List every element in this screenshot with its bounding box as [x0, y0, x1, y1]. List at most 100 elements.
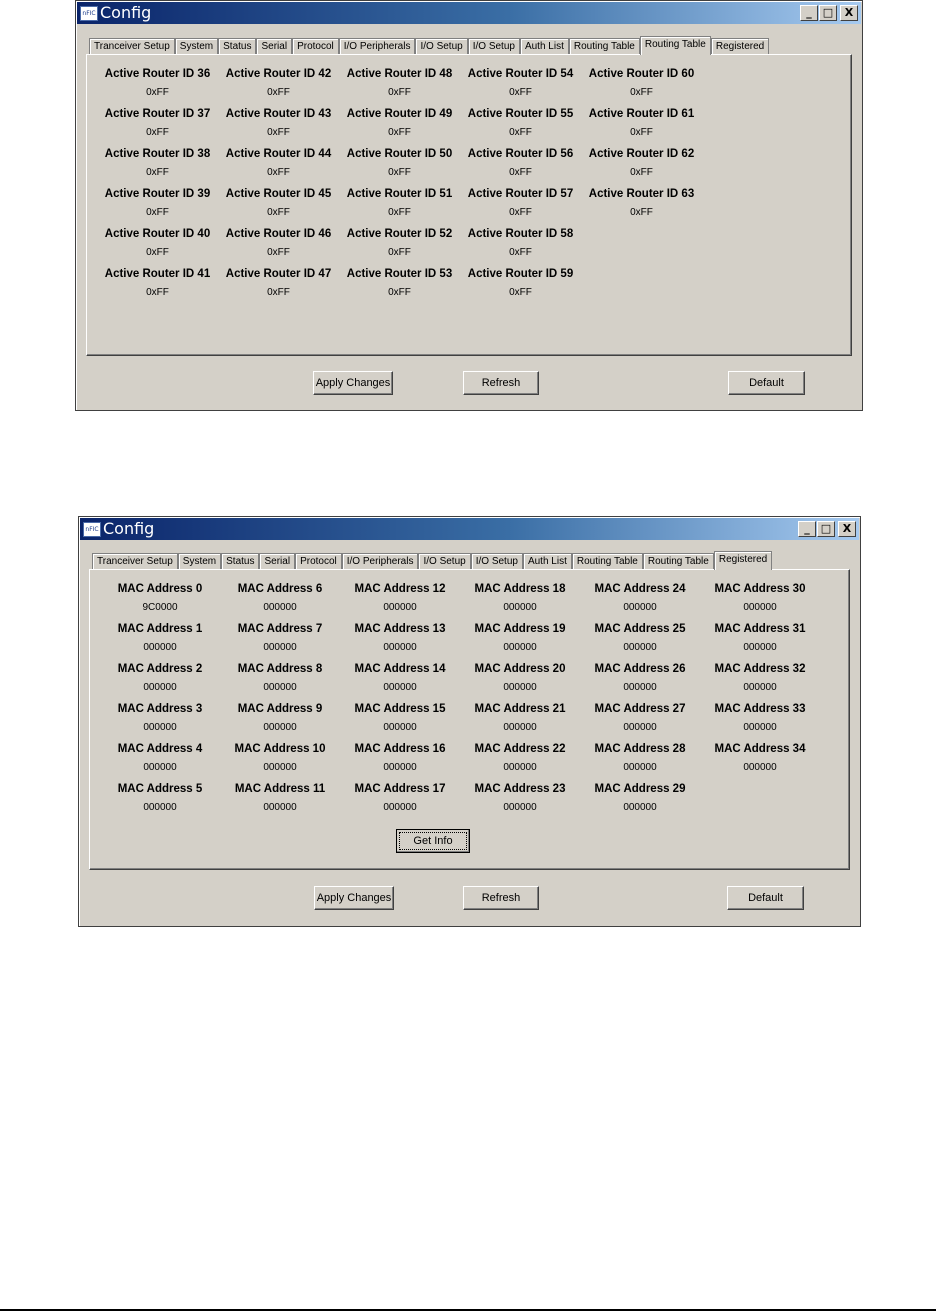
maximize-icon[interactable]: □: [817, 521, 835, 537]
tab-routing-table[interactable]: Routing Table: [639, 36, 711, 55]
mac-address-label: MAC Address 7: [237, 623, 323, 635]
tab-tranceiver-setup[interactable]: Tranceiver Setup: [92, 553, 178, 570]
mac-address-value: 000000: [623, 762, 657, 773]
tab-serial[interactable]: Serial: [259, 553, 296, 570]
router-id-label: Active Router ID 55: [467, 108, 574, 120]
mac-entry: MAC Address 28 000000: [580, 742, 700, 774]
tab-routing-table[interactable]: Routing Table: [568, 38, 640, 55]
mac-address-value: 000000: [263, 802, 297, 813]
mac-address-value: 000000: [143, 722, 177, 733]
mac-entry: MAC Address 13 000000: [340, 622, 460, 654]
mac-entry: MAC Address 12 000000: [340, 582, 460, 614]
tab-registered[interactable]: Registered: [710, 38, 770, 55]
tab-routing-table[interactable]: Routing Table: [571, 553, 643, 570]
mac-address-value: 000000: [623, 642, 657, 653]
mac-entry: MAC Address 7 000000: [220, 622, 340, 654]
mac-entry: MAC Address 2 000000: [100, 662, 220, 694]
mac-address-label: MAC Address 30: [714, 583, 806, 595]
router-entry: Active Router ID 48 0xFF: [339, 67, 460, 99]
tab-i-o-setup[interactable]: I/O Setup: [418, 553, 471, 570]
mac-entry: MAC Address 23 000000: [460, 782, 580, 814]
tab-i-o-setup[interactable]: I/O Setup: [470, 553, 523, 570]
router-id-value: 0xFF: [267, 167, 290, 178]
minimize-icon[interactable]: _: [800, 5, 818, 21]
mac-address-label: MAC Address 12: [354, 583, 446, 595]
router-id-label: Active Router ID 44: [225, 148, 332, 160]
router-id-value: 0xFF: [630, 207, 653, 218]
tab-i-o-setup[interactable]: I/O Setup: [467, 38, 520, 55]
router-id-value: 0xFF: [509, 167, 532, 178]
tab-status[interactable]: Status: [221, 553, 260, 570]
tab-protocol[interactable]: Protocol: [292, 38, 339, 55]
router-id-label: Active Router ID 45: [225, 188, 332, 200]
mac-address-value: 000000: [263, 722, 297, 733]
router-entry: Active Router ID 42 0xFF: [218, 67, 339, 99]
tab-strip: Tranceiver Setup System Status Serial Protoc…: [89, 36, 770, 55]
mac-address-label: MAC Address 27: [594, 703, 686, 715]
tab-serial[interactable]: Serial: [256, 38, 293, 55]
tab-i-o-peripherals[interactable]: I/O Peripherals: [338, 38, 416, 55]
tab-registered[interactable]: Registered: [713, 551, 773, 570]
tab-i-o-peripherals[interactable]: I/O Peripherals: [341, 553, 419, 570]
router-id-label: Active Router ID 46: [225, 228, 332, 240]
default-button[interactable]: Default: [728, 371, 805, 395]
router-id-value: 0xFF: [509, 207, 532, 218]
router-id-value: 0xFF: [146, 167, 169, 178]
router-id-value: 0xFF: [388, 247, 411, 258]
router-id-label: Active Router ID 41: [104, 268, 211, 280]
tab-status[interactable]: Status: [218, 38, 257, 55]
router-id-value: 0xFF: [630, 167, 653, 178]
router-id-value: 0xFF: [509, 127, 532, 138]
tab-system[interactable]: System: [174, 38, 219, 55]
router-id-label: Active Router ID 39: [104, 188, 211, 200]
tab-auth-list[interactable]: Auth List: [519, 38, 569, 55]
mac-entry: MAC Address 9 000000: [220, 702, 340, 734]
mac-entry: MAC Address 19 000000: [460, 622, 580, 654]
router-id-value: 0xFF: [509, 87, 532, 98]
mac-address-value: 000000: [503, 762, 537, 773]
mac-address-value: 000000: [383, 602, 417, 613]
mac-address-value: 000000: [503, 682, 537, 693]
apply-changes-button[interactable]: Apply Changes: [313, 371, 393, 395]
mac-address-label: MAC Address 4: [117, 743, 203, 755]
maximize-icon[interactable]: □: [819, 5, 837, 21]
close-icon[interactable]: X: [840, 5, 858, 21]
mac-address-value: 000000: [503, 602, 537, 613]
refresh-button[interactable]: Refresh: [463, 371, 539, 395]
mac-address-label: MAC Address 16: [354, 743, 446, 755]
router-id-label: Active Router ID 42: [225, 68, 332, 80]
router-entry: Active Router ID 47 0xFF: [218, 267, 339, 299]
mac-entry: MAC Address 8 000000: [220, 662, 340, 694]
mac-address-label: MAC Address 17: [354, 783, 446, 795]
apply-changes-button[interactable]: Apply Changes: [314, 886, 394, 910]
registered-panel: MAC Address 0 9C0000 MAC Address 1 000000 MA…: [89, 569, 850, 870]
minimize-icon[interactable]: _: [798, 521, 816, 537]
router-id-value: 0xFF: [509, 247, 532, 258]
router-entry: Active Router ID 61 0xFF: [581, 107, 702, 139]
tab-tranceiver-setup[interactable]: Tranceiver Setup: [89, 38, 175, 55]
mac-address-label: MAC Address 18: [474, 583, 566, 595]
title-bar[interactable]: nFIC Config _ □ X: [77, 2, 861, 24]
mac-address-value: 000000: [143, 762, 177, 773]
mac-entry: MAC Address 26 000000: [580, 662, 700, 694]
tab-i-o-setup[interactable]: I/O Setup: [415, 38, 468, 55]
tab-system[interactable]: System: [177, 553, 222, 570]
router-id-value: 0xFF: [267, 127, 290, 138]
mac-address-value: 000000: [503, 802, 537, 813]
router-id-value: 0xFF: [388, 167, 411, 178]
router-id-value: 0xFF: [630, 87, 653, 98]
tab-auth-list[interactable]: Auth List: [522, 553, 572, 570]
mac-entry: MAC Address 31 000000: [700, 622, 820, 654]
mac-address-value: 000000: [623, 602, 657, 613]
tab-routing-table[interactable]: Routing Table: [642, 553, 714, 570]
close-icon[interactable]: X: [838, 521, 856, 537]
title-bar[interactable]: nFIC Config _ □ X: [80, 518, 859, 540]
refresh-button[interactable]: Refresh: [463, 886, 539, 910]
router-id-label: Active Router ID 61: [588, 108, 695, 120]
router-id-label: Active Router ID 38: [104, 148, 211, 160]
tab-protocol[interactable]: Protocol: [295, 553, 342, 570]
router-id-label: Active Router ID 52: [346, 228, 453, 240]
router-id-label: Active Router ID 50: [346, 148, 453, 160]
get-info-button[interactable]: Get Info: [396, 829, 470, 853]
default-button[interactable]: Default: [727, 886, 804, 910]
